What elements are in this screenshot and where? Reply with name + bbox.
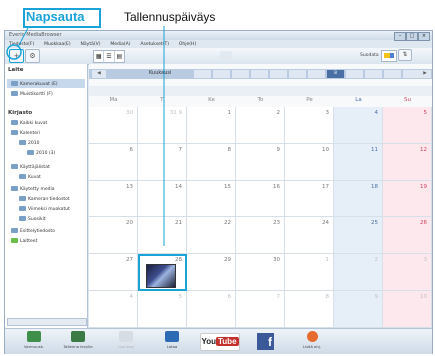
date-annotation: Tallennuspäiväys — [124, 10, 216, 24]
callout-lines — [6, 26, 165, 246]
